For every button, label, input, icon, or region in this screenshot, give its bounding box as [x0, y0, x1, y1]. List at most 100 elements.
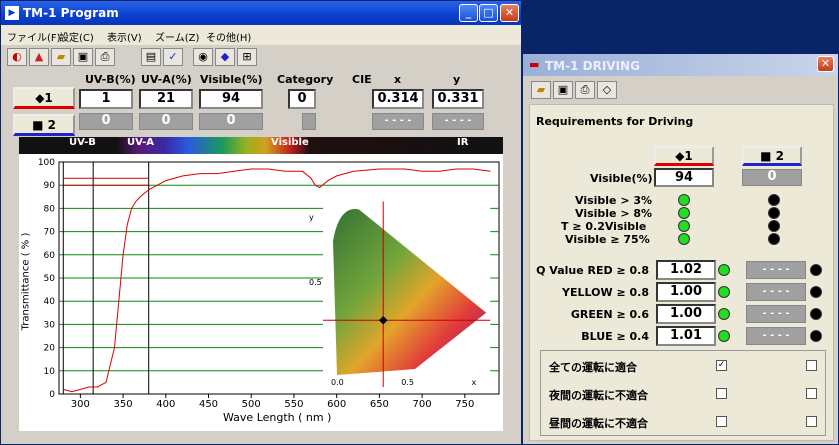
menu-bar: ファイル(F) 設定(C) 表示(V) ズーム(Z) その他(H) — [1, 25, 521, 45]
req-status-1-icon — [678, 194, 690, 206]
req-label: Visible > 8% — [575, 207, 653, 220]
qvalue-status-1-icon — [718, 308, 730, 320]
check-sample1-checkbox[interactable] — [716, 416, 727, 427]
sample2-button[interactable]: ■ 2 — [13, 114, 75, 136]
driving-open-icon[interactable]: ▰ — [531, 81, 551, 99]
menu-other[interactable]: その他(H) — [206, 29, 251, 44]
x-tick-label: 450 — [199, 399, 218, 410]
menu-view[interactable]: 表示(V) — [107, 29, 142, 44]
req-status-2-icon — [768, 220, 780, 232]
cie-y-value-2: - - - - — [432, 113, 484, 130]
driving-sample1-button[interactable]: ◆1 — [654, 146, 714, 166]
band-visible-label: Visible — [271, 137, 309, 148]
eraser-icon[interactable]: ▲ — [29, 48, 49, 66]
driving-heading: Requirements for Driving — [536, 115, 694, 128]
req-status-2-icon — [768, 207, 780, 219]
driving-visible-label: Visible(%) — [590, 172, 653, 185]
menu-file[interactable]: ファイル(F) — [7, 29, 61, 44]
minimize-button[interactable]: _ — [459, 4, 478, 22]
main-window: ▶ TM-1 Program _ □ ✕ ファイル(F) 設定(C) 表示(V)… — [0, 0, 522, 445]
main-titlebar[interactable]: ▶ TM-1 Program _ □ ✕ — [1, 1, 521, 25]
color-icon[interactable]: ◆ — [215, 48, 235, 66]
check-sample2-checkbox[interactable] — [806, 360, 817, 371]
driving-title: TM-1 DRIVING — [545, 59, 640, 73]
menu-settings[interactable]: 設定(C) — [59, 29, 94, 44]
req-status-1-icon — [678, 220, 690, 232]
req-status-2-icon — [768, 194, 780, 206]
qvalue-status-1-icon — [718, 286, 730, 298]
x-tick-label: 300 — [71, 399, 90, 410]
qvalue-1: 1.02 — [656, 260, 716, 280]
driving-sample2-button[interactable]: ■ 2 — [742, 146, 802, 166]
print-icon[interactable]: ⎙ — [95, 48, 115, 66]
x-axis-label: Wave Length ( nm ) — [223, 411, 332, 424]
chart-icon[interactable]: ◐ — [7, 48, 27, 66]
close-button[interactable]: ✕ — [500, 4, 519, 22]
y-tick-label: 50 — [44, 274, 56, 284]
band-ir-label: IR — [457, 137, 469, 148]
maximize-button[interactable]: □ — [479, 4, 498, 22]
app-icon: ▶ — [5, 6, 19, 20]
check-sample1-checkbox[interactable]: ✓ — [716, 360, 727, 371]
band-uvb-label: UV-B — [69, 137, 96, 148]
driving-visible-value-1: 94 — [654, 168, 714, 187]
export-icon[interactable]: ⊞ — [237, 48, 257, 66]
x-tick-label: 700 — [413, 399, 432, 410]
cie-x-value-2: - - - - — [372, 113, 424, 130]
req-label: T ≥ 0.2Visible — [561, 220, 647, 233]
check-label: 全ての運転に適合 — [549, 361, 637, 374]
x-tick-label: 650 — [370, 399, 389, 410]
save-icon[interactable]: ▣ — [73, 48, 93, 66]
uvb-value-2: 0 — [79, 113, 133, 130]
y-tick-label: 40 — [44, 297, 56, 307]
y-axis-label: Transmittance ( % ) — [20, 232, 32, 331]
driving-save-icon[interactable]: ▣ — [553, 81, 573, 99]
cie-y-value-1: 0.331 — [432, 89, 484, 109]
x-tick-label: 350 — [114, 399, 133, 410]
driving-print-icon[interactable]: ⎙ — [575, 81, 595, 99]
header-y: y — [453, 73, 461, 86]
req-label: Visible > 3% — [575, 194, 653, 207]
qvalue-status-2-icon — [810, 286, 822, 298]
driving-titlebar[interactable]: ▬ TM-1 DRIVING ✕ — [523, 54, 838, 76]
menu-zoom[interactable]: ズーム(Z) — [155, 29, 199, 44]
check-sample2-checkbox[interactable] — [806, 388, 817, 399]
x-tick-label: 600 — [327, 399, 346, 410]
uva-value-2: 0 — [139, 113, 193, 130]
uvb-value-1: 1 — [79, 89, 133, 109]
cie-y-tick-label: y — [309, 213, 314, 222]
keyboard-icon[interactable]: ▤ — [141, 48, 161, 66]
header-category: Category — [277, 73, 334, 86]
sample1-button[interactable]: ◆1 — [13, 87, 75, 109]
qvalue-2: - - - - — [746, 327, 806, 345]
qvalue-status-1-icon — [718, 264, 730, 276]
palette-icon[interactable]: ◉ — [193, 48, 213, 66]
main-title: TM-1 Program — [23, 6, 119, 20]
check-icon[interactable]: ✓ — [163, 48, 183, 66]
header-x: x — [394, 73, 402, 86]
driving-visible-value-2: 0 — [742, 169, 802, 186]
req-label: Visible ≥ 75% — [565, 233, 650, 246]
x-tick-label: 550 — [284, 399, 303, 410]
qvalue-label: YELLOW ≥ 0.8 — [562, 286, 649, 299]
qvalue-1: 1.01 — [656, 326, 716, 346]
driving-erase-icon[interactable]: ◇ — [597, 81, 617, 99]
qvalue-status-2-icon — [810, 264, 822, 276]
driving-close-button[interactable]: ✕ — [817, 56, 834, 72]
y-tick-label: 10 — [44, 367, 56, 377]
y-tick-label: 90 — [44, 181, 56, 191]
qvalue-1: 1.00 — [656, 304, 716, 324]
y-tick-label: 20 — [44, 344, 56, 354]
qvalue-status-2-icon — [810, 308, 822, 320]
category-value-1: 0 — [288, 89, 316, 109]
car-icon: ▬ — [529, 58, 540, 71]
y-tick-label: 30 — [44, 320, 56, 330]
visible-value-2: 0 — [199, 113, 263, 130]
req-status-2-icon — [768, 233, 780, 245]
check-sample2-checkbox[interactable] — [806, 416, 817, 427]
category-value-2 — [302, 113, 316, 130]
cie-x-value-1: 0.314 — [372, 89, 424, 109]
check-sample1-checkbox[interactable] — [716, 388, 727, 399]
open-folder-icon[interactable]: ▰ — [51, 48, 71, 66]
header-visible: Visible(%) — [200, 73, 263, 86]
